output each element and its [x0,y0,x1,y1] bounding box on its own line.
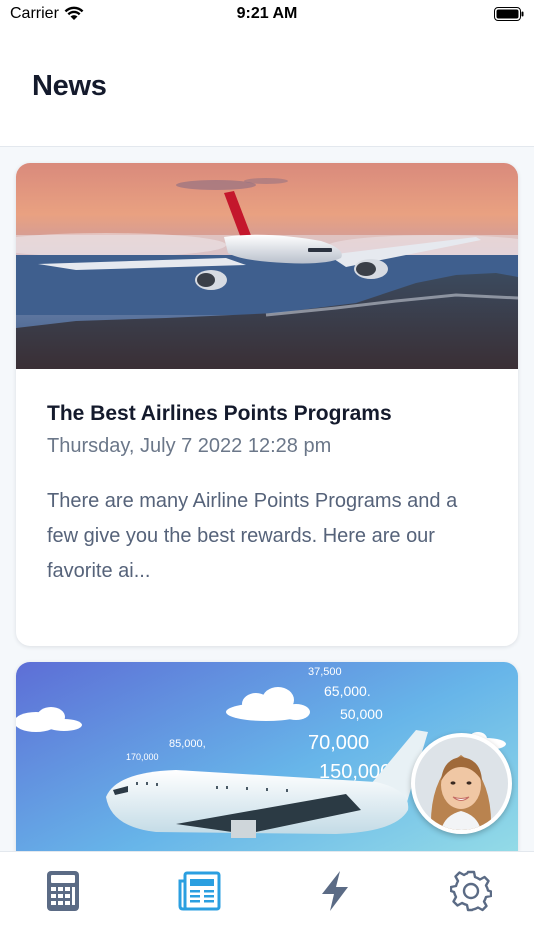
points-number: 170,000 [126,752,159,762]
points-number: 50,000 [340,706,383,722]
newspaper-icon [178,871,221,911]
points-number: 85,000, [169,738,206,750]
tab-deals[interactable] [305,866,365,916]
page-title: News [32,70,107,102]
status-bar: Carrier 9:21 AM [0,0,534,30]
article-title[interactable]: The Best Airlines Points Programs [47,402,392,426]
battery-icon [494,7,524,21]
tab-bar [0,851,534,950]
points-number: 70,000 [308,732,369,754]
calculator-icon [47,871,79,911]
tab-news[interactable] [169,866,229,916]
author-avatar-image [415,737,508,830]
tab-calculator[interactable] [33,866,93,916]
nav-header: News [0,30,534,147]
article-image-airplane-sunset [16,163,518,369]
author-avatar[interactable] [411,733,512,834]
article-card[interactable]: The Best Airlines Points Programs Thursd… [16,163,518,646]
points-number: 37,500 [308,666,342,678]
status-time: 9:21 AM [236,5,298,22]
article-date: Thursday, July 7 2022 12:28 pm [47,435,332,457]
gear-icon [450,870,492,912]
article-excerpt: There are many Airline Points Programs a… [47,490,458,582]
lightning-icon [322,871,348,911]
tab-settings[interactable] [441,866,501,916]
points-number: 65,000. [324,683,371,699]
